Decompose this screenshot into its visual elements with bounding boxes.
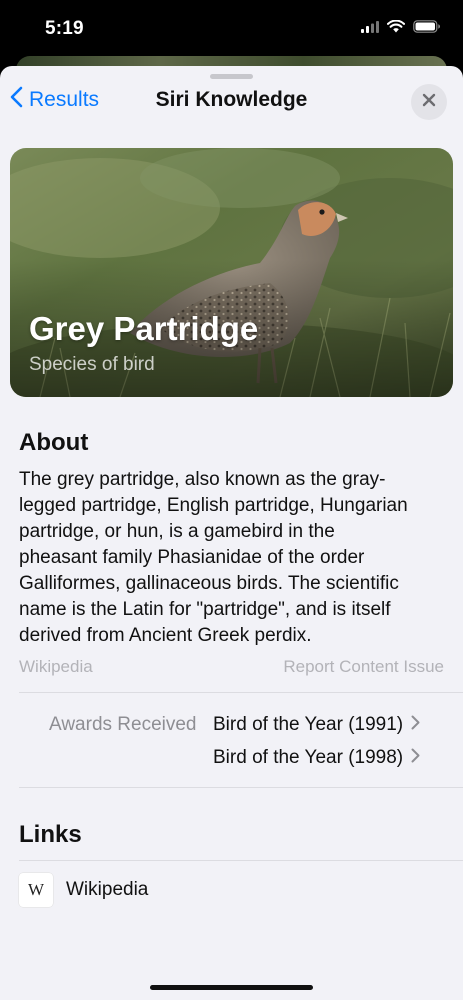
source-link[interactable]: Wikipedia (19, 657, 93, 677)
about-line: name is the Latin for "partridge", and i… (19, 599, 391, 620)
link-label: Wikipedia (66, 879, 149, 900)
award-label: Bird of the Year (1991) (213, 714, 404, 735)
knowledge-sheet: Results Siri Knowledge Grey Partridge Sp… (0, 66, 463, 1000)
awards-label: Awards Received (49, 714, 197, 735)
wikipedia-icon: W (19, 873, 53, 907)
about-line: derived from Ancient Greek perdix. (19, 625, 312, 646)
hero-subtitle: Species of bird (29, 354, 155, 375)
home-indicator[interactable] (150, 985, 313, 990)
about-line: partridge, or hun, is a gamebird in the (19, 521, 335, 542)
divider (19, 692, 463, 693)
status-icons (361, 19, 441, 38)
link-item-wikipedia[interactable]: W Wikipedia (19, 869, 444, 911)
divider (19, 860, 463, 861)
divider (19, 787, 463, 788)
report-content-issue-link[interactable]: Report Content Issue (283, 657, 444, 677)
about-description: The grey partridge, also known as the gr… (19, 467, 449, 649)
close-button[interactable] (411, 84, 447, 120)
about-line: Galliformes, gallinaceous birds. The sci… (19, 573, 399, 594)
cellular-signal-icon (361, 20, 379, 38)
about-line: legged partridge, English partridge, Hun… (19, 495, 408, 516)
status-bar: 5:19 (0, 0, 463, 60)
award-label: Bird of the Year (1998) (213, 747, 404, 768)
about-line: pheasant family Phasianidae of the order (19, 547, 365, 568)
source-row: Wikipedia Report Content Issue (19, 657, 444, 681)
close-icon (422, 93, 436, 112)
hero-card[interactable]: Grey Partridge Species of bird (10, 148, 453, 397)
sheet-grabber[interactable] (210, 74, 253, 79)
award-item[interactable]: Bird of the Year (1991) (213, 712, 420, 738)
page-title: Siri Knowledge (155, 88, 308, 111)
status-time: 5:19 (45, 18, 84, 39)
award-item[interactable]: Bird of the Year (1998) (213, 745, 420, 771)
chevron-right-icon (411, 747, 420, 769)
battery-icon (413, 20, 441, 38)
about-heading: About (19, 429, 89, 456)
about-line: The grey partridge, also known as the gr… (19, 469, 386, 490)
wifi-icon (386, 19, 406, 38)
links-heading: Links (19, 821, 82, 848)
chevron-right-icon (411, 714, 420, 736)
hero-title: Grey Partridge (29, 310, 259, 347)
